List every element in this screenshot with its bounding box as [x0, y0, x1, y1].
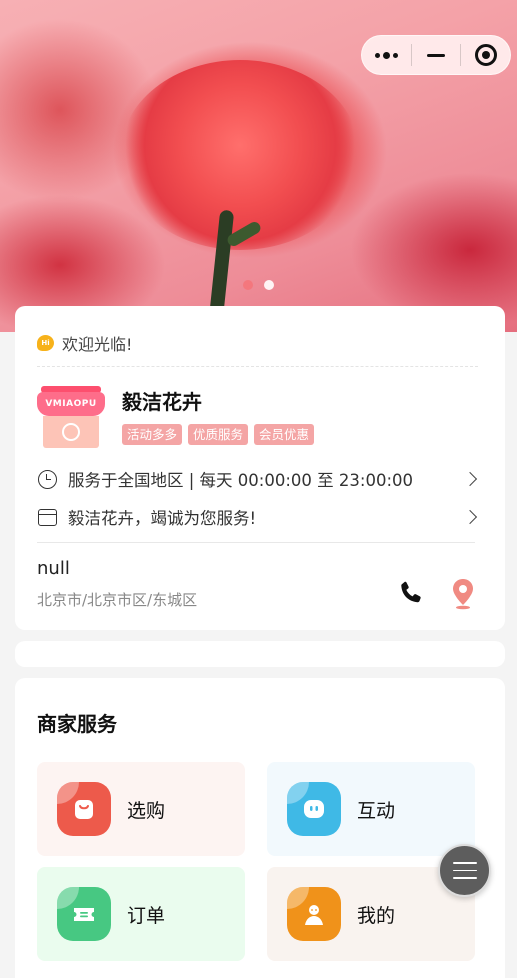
- store-logo-text: VMIAOPU: [37, 392, 105, 416]
- shopping-bag-icon: [57, 782, 111, 836]
- divider: [37, 542, 475, 543]
- hamburger-icon: [452, 861, 477, 864]
- carousel-dot[interactable]: [243, 280, 253, 290]
- user-icon: [287, 887, 341, 941]
- sun-icon: [62, 423, 80, 441]
- service-label: 选购: [127, 799, 166, 822]
- miniprogram-capsule: [361, 35, 511, 75]
- call-button[interactable]: [397, 579, 425, 607]
- welcome-text: 欢迎光临!: [62, 334, 133, 354]
- store-logo: VMIAOPU: [37, 386, 105, 448]
- minimize-button[interactable]: [412, 36, 461, 74]
- more-button[interactable]: [362, 36, 411, 74]
- service-orders[interactable]: 订单: [37, 867, 245, 961]
- minus-icon: [427, 53, 445, 57]
- hi-bubble-icon: Hi: [37, 334, 54, 351]
- floating-menu-button[interactable]: [438, 844, 491, 897]
- more-dots-icon: [374, 51, 398, 59]
- store-tags: 活动多多 优质服务 会员优惠: [122, 424, 315, 445]
- phone-icon: [401, 581, 421, 603]
- store-tag: 活动多多: [122, 424, 183, 445]
- location-pin-icon: [453, 579, 473, 610]
- carousel-indicators: [0, 280, 517, 290]
- store-icon: [37, 508, 57, 526]
- store-slogan-row[interactable]: 毅洁花卉，竭诚为您服务!: [37, 505, 478, 529]
- chevron-right-icon: [462, 509, 478, 525]
- clock-icon: [37, 469, 57, 489]
- merchant-services-card: 商家服务 选购 互动 订单 我的: [15, 678, 505, 978]
- store-tag: 会员优惠: [254, 424, 315, 445]
- service-label: 订单: [127, 904, 166, 927]
- location-button[interactable]: [451, 578, 475, 610]
- service-hours-row[interactable]: 服务于全国地区 | 每天 00:00:00 至 23:00:00: [37, 467, 478, 491]
- page: Hi 欢迎光临! VMIAOPU 毅洁花卉 活动多多 优质服务 会员优惠 服务于…: [0, 0, 517, 978]
- notice-card: [15, 641, 505, 667]
- store-name: 毅洁花卉: [122, 390, 202, 414]
- address-name: null: [37, 558, 70, 579]
- target-icon: [474, 44, 497, 66]
- chat-face-icon: [287, 782, 341, 836]
- service-hours-text: 服务于全国地区 | 每天 00:00:00 至 23:00:00: [68, 471, 413, 490]
- carousel-dot[interactable]: [264, 280, 274, 290]
- chevron-right-icon: [462, 471, 478, 487]
- service-interact[interactable]: 互动: [267, 762, 475, 856]
- service-label: 我的: [357, 904, 396, 927]
- store-info-card: Hi 欢迎光临! VMIAOPU 毅洁花卉 活动多多 优质服务 会员优惠 服务于…: [15, 306, 505, 630]
- ticket-icon: [57, 887, 111, 941]
- store-tag: 优质服务: [188, 424, 249, 445]
- welcome-bar: Hi 欢迎光临!: [37, 331, 478, 367]
- banner-flower: [120, 60, 360, 250]
- section-title: 商家服务: [37, 712, 117, 736]
- service-label: 互动: [357, 799, 396, 822]
- close-button[interactable]: [461, 36, 510, 74]
- address-text: 北京市/北京市区/东城区: [37, 591, 198, 609]
- service-shop[interactable]: 选购: [37, 762, 245, 856]
- store-slogan-text: 毅洁花卉，竭诚为您服务!: [68, 509, 257, 528]
